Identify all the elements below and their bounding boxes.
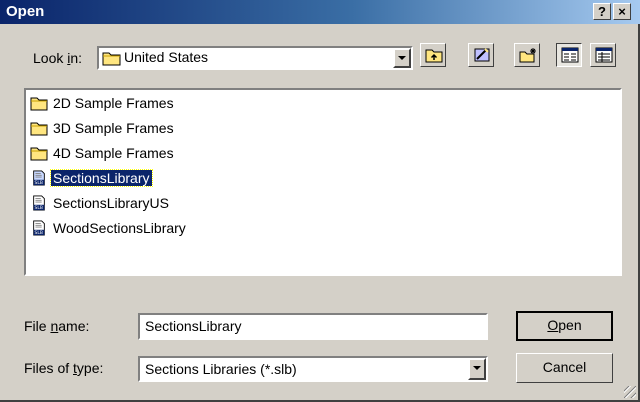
open-dialog: Open ? × Look in: United States 2D Sampl… — [0, 0, 640, 402]
file-name-input[interactable]: SectionsLibrary — [138, 313, 488, 340]
new-folder-button[interactable] — [514, 43, 540, 67]
files-of-type-dropdown-button[interactable] — [468, 358, 486, 380]
resize-grip[interactable] — [624, 386, 636, 398]
slb-file-icon: SLB — [33, 195, 45, 211]
list-item-name: WoodSectionsLibrary — [53, 220, 186, 236]
list-item-name: 4D Sample Frames — [53, 145, 174, 161]
list-item-name: 3D Sample Frames — [53, 120, 174, 136]
file-name-value: SectionsLibrary — [145, 318, 242, 334]
list-item-name: SectionsLibrary — [50, 169, 153, 187]
folder-icon — [30, 122, 48, 136]
title-bar[interactable]: Open ? × — [0, 0, 640, 24]
list-item[interactable]: SLB WoodSectionsLibrary — [30, 218, 188, 238]
list-item-name: SectionsLibraryUS — [53, 195, 169, 211]
list-item[interactable]: SLB SectionsLibrary — [30, 168, 153, 188]
details-view-button[interactable] — [590, 43, 616, 67]
details-view-icon — [595, 47, 613, 63]
file-list[interactable]: 2D Sample Frames 3D Sample Frames 4D Sampl… — [24, 88, 622, 276]
slb-file-icon: SLB — [33, 220, 45, 236]
svg-text:SLB: SLB — [35, 180, 43, 186]
up-one-level-icon — [425, 49, 443, 63]
list-view-button[interactable] — [556, 43, 582, 67]
look-in-value: United States — [124, 49, 209, 65]
close-button[interactable]: × — [613, 3, 631, 20]
cancel-button[interactable]: Cancel — [516, 353, 613, 383]
help-button[interactable]: ? — [593, 3, 611, 20]
new-folder-icon — [519, 48, 536, 63]
list-item[interactable]: 4D Sample Frames — [30, 143, 176, 163]
svg-text:SLB: SLB — [35, 230, 43, 236]
folder-icon — [102, 52, 121, 66]
files-of-type-label: Files of type: — [24, 360, 104, 376]
list-item[interactable]: 3D Sample Frames — [30, 118, 176, 138]
list-item[interactable]: SLB SectionsLibraryUS — [30, 193, 171, 213]
files-of-type-value: Sections Libraries (*.slb) — [145, 361, 297, 377]
list-view-icon — [561, 47, 579, 63]
look-in-dropdown-button[interactable] — [393, 48, 411, 68]
desktop-button[interactable] — [468, 43, 494, 67]
open-button[interactable]: Open — [516, 311, 613, 341]
slb-file-icon: SLB — [33, 170, 45, 186]
list-item[interactable]: 2D Sample Frames — [30, 93, 176, 113]
file-name-label: File name: — [24, 318, 90, 334]
folder-icon — [30, 147, 48, 161]
window-title: Open — [6, 3, 45, 20]
up-one-level-button[interactable] — [420, 43, 446, 67]
folder-icon — [30, 97, 48, 111]
look-in-combo[interactable]: United States — [97, 46, 413, 70]
list-item-name: 2D Sample Frames — [53, 95, 174, 111]
desktop-icon — [474, 48, 490, 62]
files-of-type-combo[interactable]: Sections Libraries (*.slb) — [138, 356, 488, 382]
svg-text:SLB: SLB — [35, 205, 43, 211]
look-in-label: Look in: — [33, 50, 83, 66]
